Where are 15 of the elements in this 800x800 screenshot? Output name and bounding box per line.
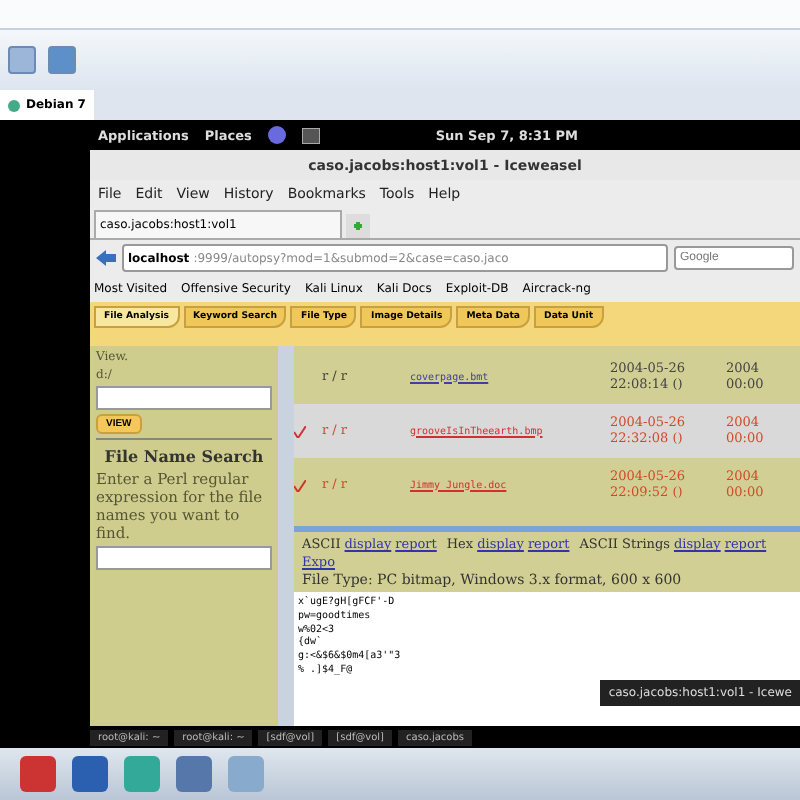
screen-icon[interactable] [48, 46, 76, 74]
browser-icon[interactable] [267, 126, 286, 144]
back-icon[interactable] [96, 250, 116, 266]
search-field[interactable] [96, 546, 272, 570]
app-icon[interactable] [124, 756, 160, 792]
vm-icon[interactable] [8, 46, 36, 74]
app-icon[interactable] [72, 756, 108, 792]
app-icon[interactable] [20, 756, 56, 792]
section-title: File Name Search [96, 438, 272, 466]
new-tab-icon[interactable] [346, 214, 370, 238]
path-field[interactable] [96, 386, 272, 410]
app-icon[interactable] [176, 756, 212, 792]
vm-icon [8, 99, 20, 111]
app-icon[interactable] [228, 756, 264, 792]
terminal-icon[interactable] [301, 127, 320, 143]
